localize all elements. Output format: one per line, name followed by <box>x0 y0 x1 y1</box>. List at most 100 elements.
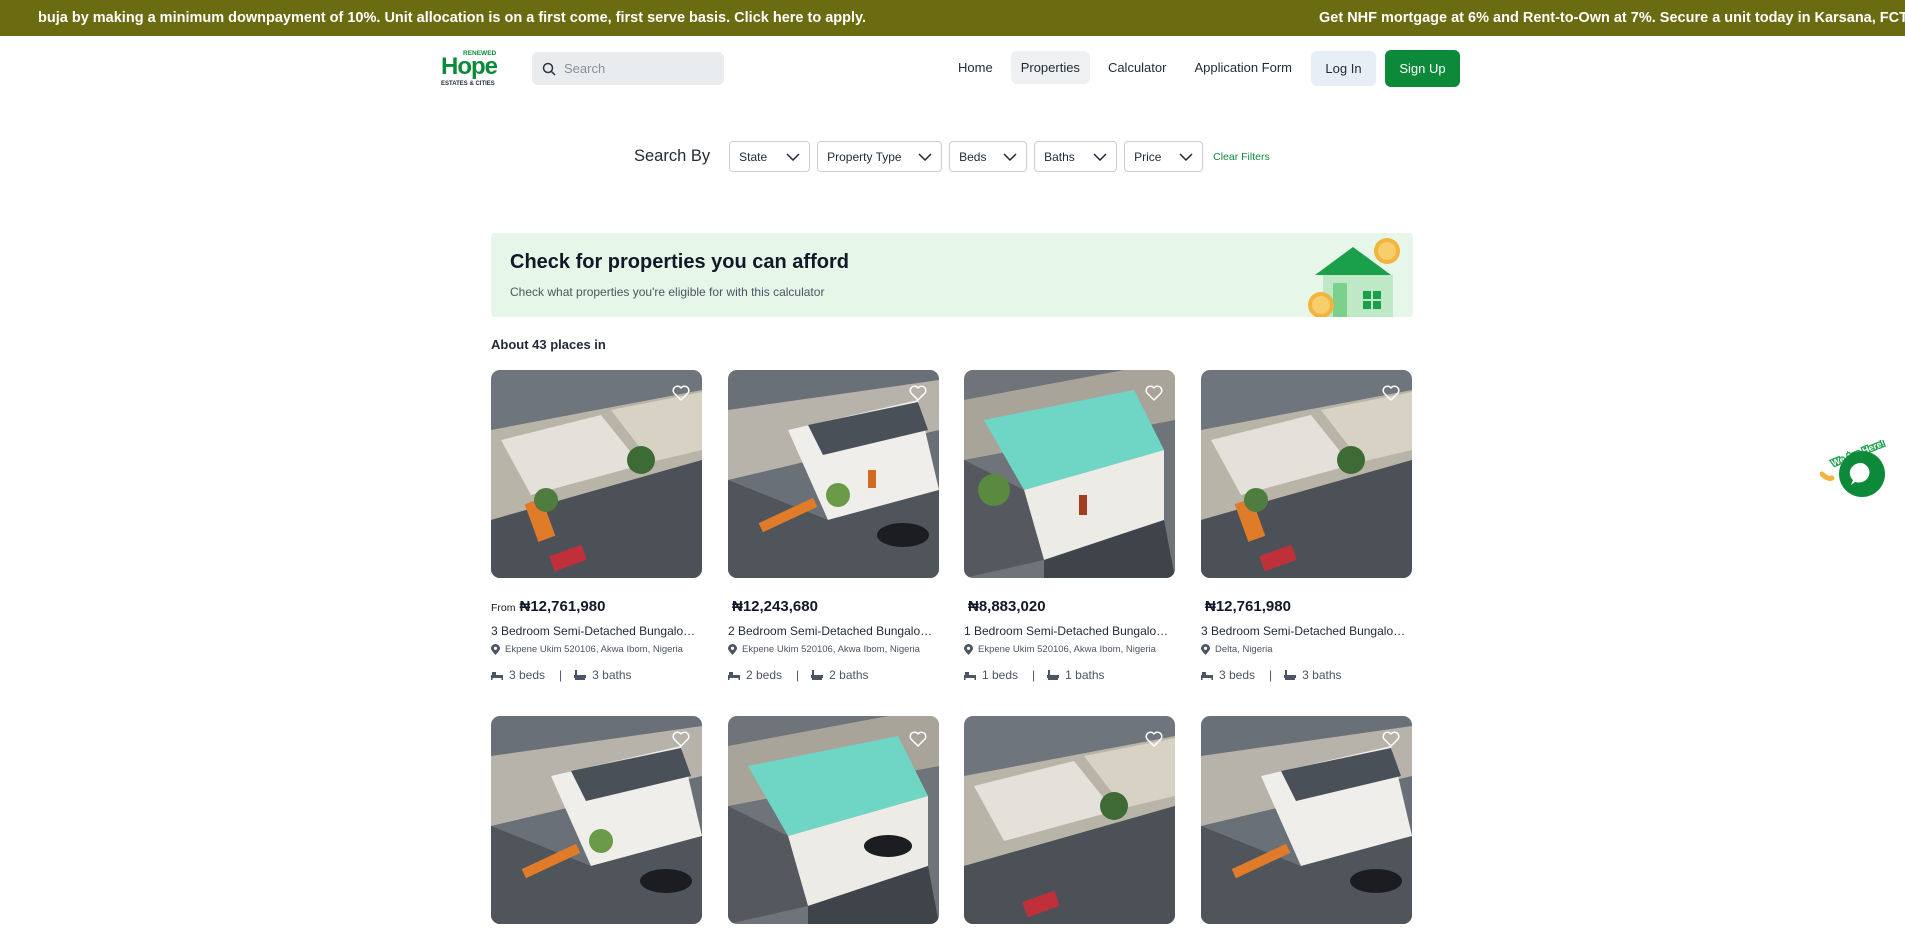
ticker-text-2a: Get NHF mortgage at <box>1319 10 1469 26</box>
favorite-heart-icon[interactable] <box>672 385 690 401</box>
beds-dropdown[interactable]: Beds <box>949 141 1028 172</box>
property-image[interactable] <box>491 716 702 924</box>
location-text: Ekpene Ukim 520106, Akwa Ibom, Nigeria <box>742 644 920 655</box>
bath-icon <box>1047 669 1060 680</box>
baths-count: 3 baths <box>1302 668 1342 682</box>
property-location: Ekpene Ukim 520106, Akwa Ibom, Nigeria <box>728 644 939 655</box>
baths-dropdown[interactable]: Baths <box>1034 141 1118 172</box>
chevron-down-icon <box>786 152 800 161</box>
beds-count: 3 beds <box>1219 668 1256 682</box>
favorite-heart-icon[interactable] <box>1382 385 1400 401</box>
banner-title: Check for properties you can afford <box>510 251 849 273</box>
bed-icon <box>964 671 976 680</box>
chevron-down-icon <box>1093 152 1107 161</box>
brand-logo[interactable]: RENEWED Hope ESTATES & CITIES <box>441 48 509 88</box>
favorite-heart-icon[interactable] <box>1145 731 1163 747</box>
property-image[interactable] <box>491 370 702 578</box>
ticker-text-2b: and Rent-to-Own at <box>1489 10 1631 26</box>
nav-properties[interactable]: Properties <box>1010 51 1090 84</box>
price-value: ₦12,761,980 <box>1205 598 1291 615</box>
chevron-down-icon <box>1003 152 1017 161</box>
chevron-down-icon <box>1179 152 1193 161</box>
state-dropdown-label: State <box>739 149 768 164</box>
ticker-text-1[interactable]: buja by making a minimum downpayment of … <box>38 10 866 26</box>
property-type-label: Property Type <box>827 149 902 164</box>
clear-filters-link[interactable]: Clear Filters <box>1213 151 1270 163</box>
search-box[interactable] <box>532 52 724 85</box>
property-price: ₦12,243,680 <box>728 598 939 615</box>
favorite-heart-icon[interactable] <box>909 731 927 747</box>
top-navbar: RENEWED Hope ESTATES & CITIES Home Prope… <box>0 36 1905 100</box>
price-value: ₦12,761,980 <box>519 598 606 615</box>
favorite-heart-icon[interactable] <box>1145 385 1163 401</box>
beds-dropdown-label: Beds <box>959 149 987 164</box>
price-value: ₦12,243,680 <box>732 598 818 615</box>
chat-widget[interactable]: We Are Here! <box>1819 437 1887 500</box>
property-image[interactable] <box>1201 716 1412 924</box>
location-text: Delta, Nigeria <box>1215 644 1273 655</box>
ticker-text-2c: . Secure a unit today in Karsana, FCT A <box>1651 10 1905 26</box>
search-input[interactable] <box>564 61 714 76</box>
filter-label: Search By <box>634 147 711 165</box>
property-card[interactable]: From ₦12,761,980 3 Bedroom Semi-Detached … <box>491 370 702 682</box>
property-image[interactable] <box>964 716 1175 924</box>
baths-count: 3 baths <box>592 668 632 682</box>
property-card[interactable] <box>491 716 702 924</box>
price-prefix: From <box>491 602 516 614</box>
property-meta: 3 beds | 3 baths <box>1201 668 1412 682</box>
property-price: ₦12,761,980 <box>1201 598 1412 615</box>
location-pin-icon <box>964 644 973 655</box>
ticker-text-2[interactable]: Get NHF mortgage at 6% and Rent-to-Own a… <box>1319 10 1905 26</box>
bath-icon <box>1284 669 1297 680</box>
property-title[interactable]: 1 Bedroom Semi-Detached Bungalow… <box>964 624 1175 638</box>
banner-subtitle: Check what properties you're eligible fo… <box>510 285 825 299</box>
property-image[interactable] <box>728 716 939 924</box>
announcement-ticker[interactable]: buja by making a minimum downpayment of … <box>0 0 1905 36</box>
property-image[interactable] <box>728 370 939 578</box>
property-title[interactable]: 3 Bedroom Semi-Detached Bungalow… <box>1201 624 1412 638</box>
meta-divider: | <box>1269 668 1273 682</box>
property-card[interactable] <box>964 716 1175 924</box>
property-image[interactable] <box>1201 370 1412 578</box>
baths-count: 2 baths <box>829 668 869 682</box>
property-title[interactable]: 2 Bedroom Semi-Detached Bungalow… <box>728 624 939 638</box>
login-button[interactable]: Log In <box>1311 51 1376 86</box>
signup-button[interactable]: Sign Up <box>1385 50 1460 87</box>
price-dropdown[interactable]: Price <box>1124 141 1204 172</box>
nav-home[interactable]: Home <box>948 51 1003 84</box>
house-coins-illustration <box>1308 238 1413 317</box>
property-location: Ekpene Ukim 520106, Akwa Ibom, Nigeria <box>964 644 1175 655</box>
property-card[interactable] <box>728 716 939 924</box>
bed-icon <box>1201 671 1213 680</box>
location-text: Ekpene Ukim 520106, Akwa Ibom, Nigeria <box>978 644 1156 655</box>
beds-count: 1 beds <box>982 668 1019 682</box>
location-pin-icon <box>1201 644 1210 655</box>
state-dropdown[interactable]: State <box>729 141 811 172</box>
property-card[interactable]: ₦12,243,680 2 Bedroom Semi-Detached Bung… <box>728 370 939 682</box>
property-type-dropdown[interactable]: Property Type <box>817 141 943 172</box>
location-pin-icon <box>728 644 737 655</box>
nav-links: Home Properties Calculator Application F… <box>948 51 1310 84</box>
property-image[interactable] <box>964 370 1175 578</box>
property-card[interactable]: ₦12,761,980 3 Bedroom Semi-Detached Bung… <box>1201 370 1412 682</box>
nav-application-form[interactable]: Application Form <box>1184 51 1302 84</box>
price-value: ₦8,883,020 <box>968 598 1046 615</box>
baths-dropdown-label: Baths <box>1044 149 1075 164</box>
property-title[interactable]: 3 Bedroom Semi-Detached Bungalow… <box>491 624 702 638</box>
property-meta: 3 beds | 3 baths <box>491 668 702 682</box>
favorite-heart-icon[interactable] <box>909 385 927 401</box>
favorite-heart-icon[interactable] <box>672 731 690 747</box>
beds-count: 2 beds <box>746 668 783 682</box>
nav-calculator[interactable]: Calculator <box>1098 51 1177 84</box>
results-count: About 43 places in <box>491 337 606 352</box>
affordability-banner[interactable]: Check for properties you can afford Chec… <box>491 233 1413 317</box>
ticker-rate-nhf: 6% <box>1468 10 1490 26</box>
bath-icon <box>811 669 824 680</box>
favorite-heart-icon[interactable] <box>1382 731 1400 747</box>
property-card[interactable] <box>1201 716 1412 924</box>
chevron-down-icon <box>918 152 932 161</box>
search-icon <box>542 62 556 76</box>
location-pin-icon <box>491 644 500 655</box>
meta-divider: | <box>796 668 800 682</box>
property-card[interactable]: ₦8,883,020 1 Bedroom Semi-Detached Bunga… <box>964 370 1175 682</box>
